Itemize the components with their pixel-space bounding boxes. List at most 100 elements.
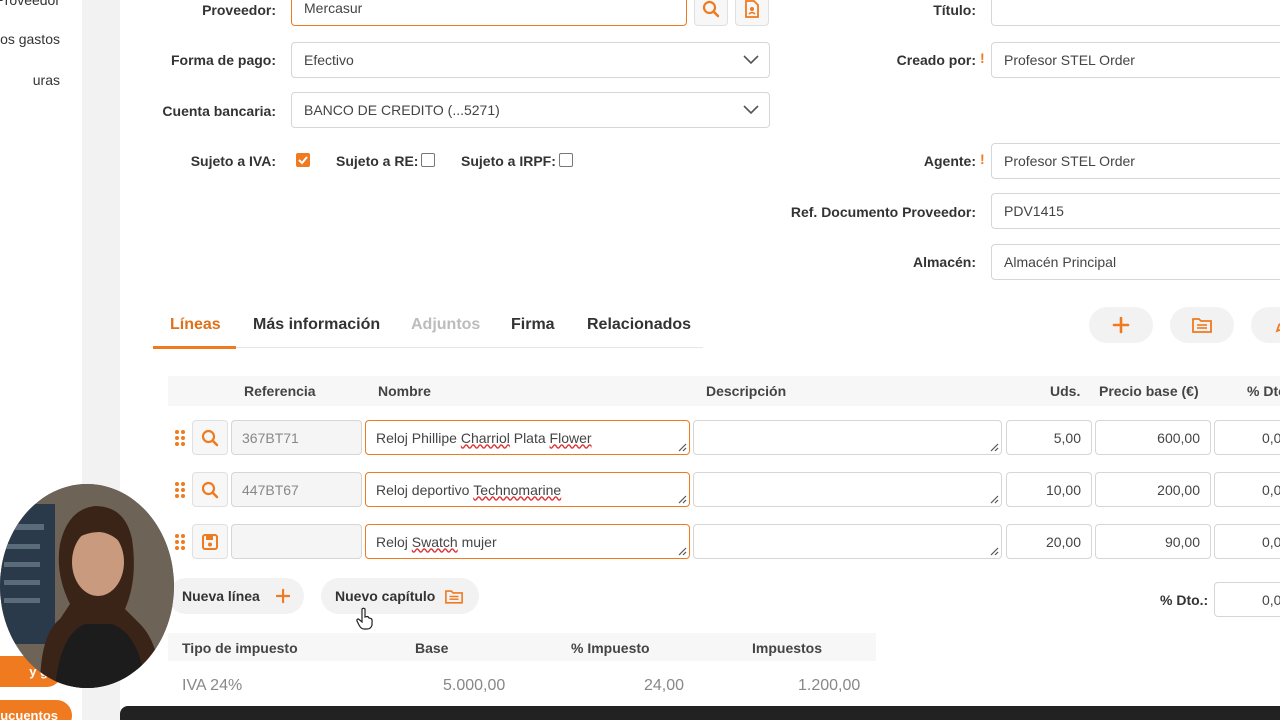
tax-porcentaje-value: 24,00 xyxy=(644,677,685,694)
sidebar-item-proveedor[interactable]: Proveedor xyxy=(0,0,60,8)
cuenta-bancaria-select[interactable]: BANCO DE CREDITO (...5271) xyxy=(291,92,770,128)
nueva-linea-button[interactable]: Nueva línea xyxy=(168,578,304,614)
search-icon xyxy=(201,481,219,498)
cuenta-bancaria-label: Cuenta bancaria: xyxy=(162,103,276,119)
sujeto-iva-label: Sujeto a IVA: xyxy=(190,153,276,169)
creado-por-required: ! xyxy=(980,50,985,66)
creado-por-label-text: Creado por: xyxy=(896,52,976,68)
tab-firma[interactable]: Firma xyxy=(511,316,555,334)
tab-relacionados[interactable]: Relacionados xyxy=(587,316,691,334)
row-dto-input[interactable]: 0,0 xyxy=(1214,420,1280,455)
row-nombre-input[interactable]: Reloj Swatch mujer xyxy=(365,524,690,559)
add-chapter-button[interactable] xyxy=(1170,307,1234,343)
nuevo-capitulo-button[interactable]: Nuevo capítulo xyxy=(321,578,479,614)
resize-icon[interactable] xyxy=(989,494,999,504)
sidebar-item-facturas[interactable]: uras xyxy=(33,72,60,88)
forma-pago-select[interactable]: Efectivo xyxy=(291,42,770,78)
search-icon xyxy=(702,0,720,18)
row-dto-input[interactable]: 0,0 xyxy=(1214,524,1280,559)
creado-por-input[interactable]: Profesor STEL Order xyxy=(991,42,1280,78)
almacen-label: Almacén: xyxy=(912,254,976,270)
row-nombre-input[interactable]: Reloj deportivo Technomarine xyxy=(365,472,690,507)
col-descripcion: Descripción xyxy=(706,383,787,399)
nombre-text-1: Reloj xyxy=(376,533,412,550)
col-nombre: Nombre xyxy=(378,383,431,399)
row-save-button[interactable] xyxy=(192,524,228,559)
forma-pago-label: Forma de pago: xyxy=(170,52,276,68)
tax-base-value: 5.000,00 xyxy=(443,677,506,694)
sidebar-pill-2[interactable]: ucuentos xyxy=(0,700,72,720)
search-icon xyxy=(201,429,219,446)
presenter-image xyxy=(0,484,174,688)
more-actions-button[interactable] xyxy=(1251,307,1280,343)
tab-adjuntos[interactable]: Adjuntos xyxy=(411,316,480,334)
hand-cursor-icon xyxy=(356,607,373,630)
col-uds: Uds. xyxy=(1050,383,1081,399)
sujeto-iva-checkbox[interactable] xyxy=(296,153,310,167)
row-precio-input[interactable]: 90,00 xyxy=(1095,524,1211,559)
row-descripcion-input[interactable] xyxy=(693,420,1002,455)
nombre-text-1: Reloj deportivo xyxy=(376,481,474,498)
proveedor-label: Proveedor: xyxy=(202,2,276,18)
row-referencia-input[interactable]: 447BT67 xyxy=(231,472,362,507)
ref-documento-input[interactable]: PDV1415 xyxy=(991,193,1280,229)
row-descripcion-input[interactable] xyxy=(693,472,1002,507)
sujeto-irpf-label: Sujeto a IRPF: xyxy=(461,153,556,169)
tax-impuestos-value: 1.200,00 xyxy=(798,677,861,694)
row-dto-input[interactable]: 0,0 xyxy=(1214,472,1280,507)
nombre-text-1: Reloj Phillipe xyxy=(376,429,461,446)
row-search-button[interactable] xyxy=(192,420,228,455)
tab-mas-informacion[interactable]: Más información xyxy=(253,316,380,334)
ref-documento-label: Ref. Documento Proveedor: xyxy=(790,204,976,220)
row-uds-input[interactable]: 10,00 xyxy=(1006,472,1092,507)
resize-icon[interactable] xyxy=(677,442,687,452)
nuevo-capitulo-label: Nuevo capítulo xyxy=(335,588,436,604)
nombre-misspelled-1: Charriol xyxy=(460,429,510,446)
col-referencia: Referencia xyxy=(244,383,316,399)
document-icon xyxy=(745,0,759,18)
row-uds-input[interactable]: 5,00 xyxy=(1006,420,1092,455)
drag-handle-icon[interactable] xyxy=(174,429,186,447)
row-precio-input[interactable]: 200,00 xyxy=(1095,472,1211,507)
row-referencia-input[interactable]: 367BT71 xyxy=(231,420,362,455)
row-uds-input[interactable]: 20,00 xyxy=(1006,524,1092,559)
row-descripcion-input[interactable] xyxy=(693,524,1002,559)
drag-handle-icon[interactable] xyxy=(174,481,186,499)
folder-icon xyxy=(1192,318,1212,333)
chevron-down-icon xyxy=(743,55,759,65)
tab-active-indicator xyxy=(153,346,236,349)
tab-lineas[interactable]: Líneas xyxy=(170,316,221,334)
resize-icon[interactable] xyxy=(989,546,999,556)
sidebar-item-gastos[interactable]: os gastos xyxy=(0,31,60,47)
nombre-misspelled-2: Flower xyxy=(549,429,592,446)
resize-icon[interactable] xyxy=(677,494,687,504)
sujeto-irpf-checkbox[interactable] xyxy=(559,153,573,167)
row-referencia-input[interactable] xyxy=(231,524,362,559)
proveedor-input[interactable]: Mercasur xyxy=(291,0,687,26)
save-icon xyxy=(202,533,218,550)
sujeto-re-checkbox[interactable] xyxy=(421,153,435,167)
plus-icon xyxy=(275,588,290,604)
cuenta-bancaria-value: BANCO DE CREDITO (...5271) xyxy=(304,102,500,118)
resize-icon[interactable] xyxy=(989,442,999,452)
almacen-input[interactable]: Almacén Principal xyxy=(991,244,1280,280)
agente-required: ! xyxy=(980,151,985,167)
agente-label: Agente: xyxy=(923,153,976,169)
proveedor-detail-button[interactable] xyxy=(735,0,769,26)
tax-col-tipo: Tipo de impuesto xyxy=(182,640,298,656)
agente-input[interactable]: Profesor STEL Order xyxy=(991,143,1280,179)
tax-tipo-value: IVA 24% xyxy=(182,677,243,694)
sujeto-re-label: Sujeto a RE: xyxy=(336,153,419,169)
row-search-button[interactable] xyxy=(192,472,228,507)
chevron-down-icon xyxy=(743,105,759,115)
proveedor-search-button[interactable] xyxy=(694,0,728,26)
row-nombre-input[interactable]: Reloj Phillipe Charriol Plata Flower xyxy=(365,420,690,455)
titulo-input[interactable] xyxy=(991,0,1280,26)
drag-handle-icon[interactable] xyxy=(174,533,186,551)
resize-icon[interactable] xyxy=(677,546,687,556)
dto-total-input[interactable]: 0,0 xyxy=(1214,582,1280,617)
row-precio-input[interactable]: 600,00 xyxy=(1095,420,1211,455)
forma-pago-value: Efectivo xyxy=(304,52,354,68)
add-line-button[interactable] xyxy=(1089,307,1153,343)
titulo-label: Título: xyxy=(933,2,976,18)
